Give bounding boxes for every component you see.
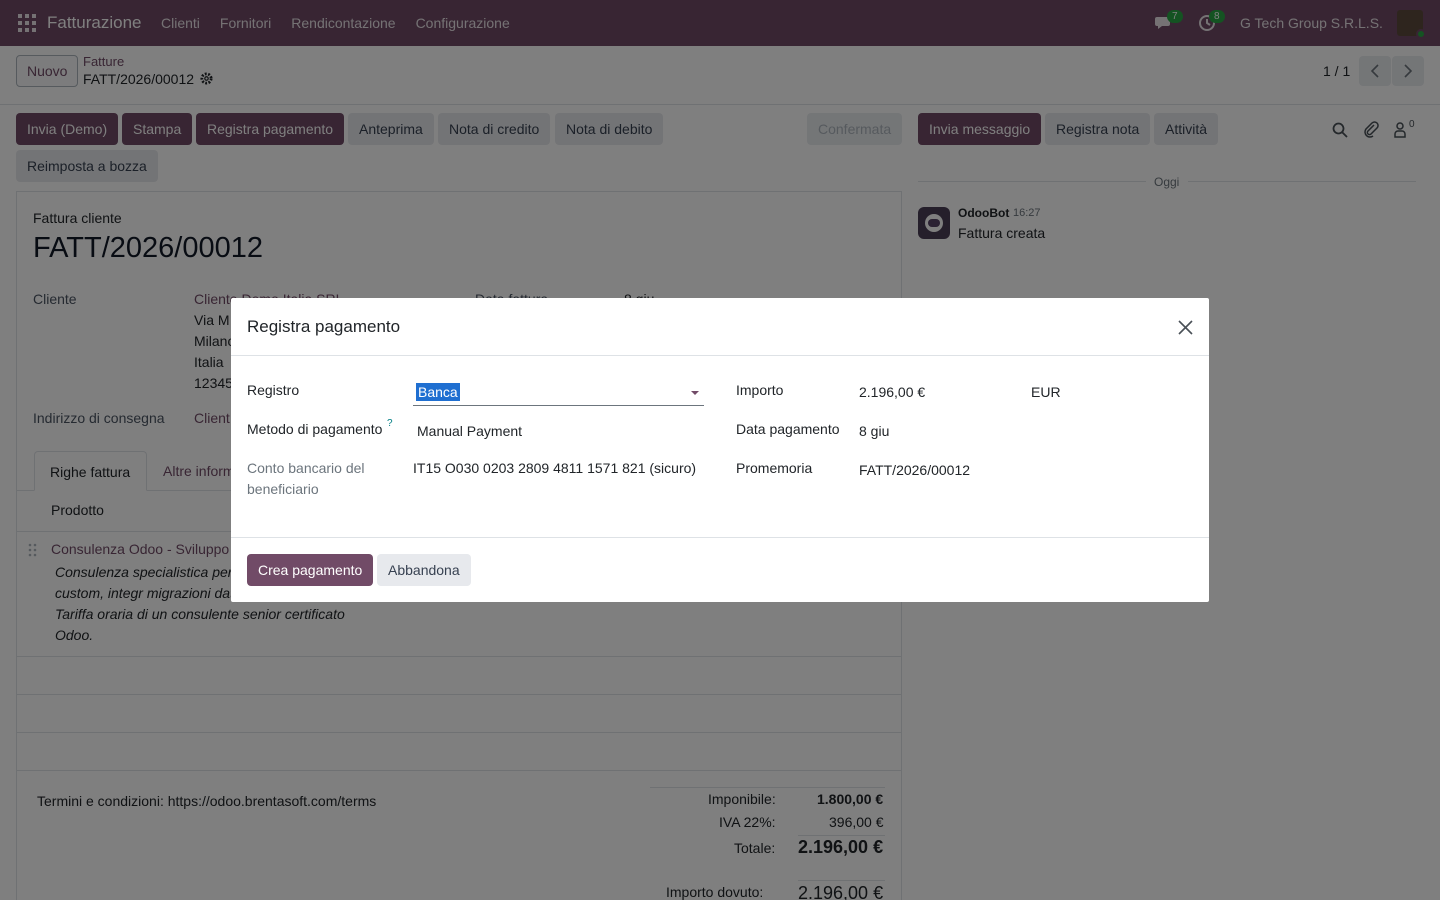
close-icon[interactable] bbox=[1177, 319, 1194, 336]
memo-value[interactable]: FATT/2026/00012 bbox=[859, 462, 970, 478]
dialog-title: Registra pagamento bbox=[247, 317, 401, 336]
payment-date-label: Data pagamento bbox=[736, 421, 840, 437]
discard-button[interactable]: Abbandona bbox=[377, 554, 471, 586]
bank-account-link[interactable]: IT15 O030 0203 2809 4811 1571 821 (sicur… bbox=[413, 460, 696, 476]
amount-label: Importo bbox=[736, 382, 784, 398]
help-tooltip-icon[interactable]: ? bbox=[387, 418, 393, 429]
journal-label: Registro bbox=[247, 382, 300, 398]
journal-value: Banca bbox=[416, 383, 460, 401]
chevron-down-icon[interactable] bbox=[691, 391, 699, 395]
register-payment-dialog: Registra pagamento Registro Banca Metodo… bbox=[231, 298, 1209, 602]
currency-value[interactable]: EUR bbox=[1031, 384, 1061, 400]
create-payment-button[interactable]: Crea pagamento bbox=[247, 554, 374, 586]
dialog-header: Registra pagamento bbox=[231, 298, 1209, 356]
memo-label: Promemoria bbox=[736, 460, 813, 476]
bank-account-label: Conto bancario del beneficiario bbox=[247, 460, 365, 497]
payment-method-label: Metodo di pagamento bbox=[247, 421, 383, 437]
payment-date-value[interactable]: 8 giu bbox=[859, 423, 889, 439]
journal-select[interactable]: Banca bbox=[413, 380, 704, 406]
payment-method-value[interactable]: Manual Payment bbox=[417, 423, 522, 439]
amount-value[interactable]: 2.196,00 € bbox=[859, 384, 925, 400]
